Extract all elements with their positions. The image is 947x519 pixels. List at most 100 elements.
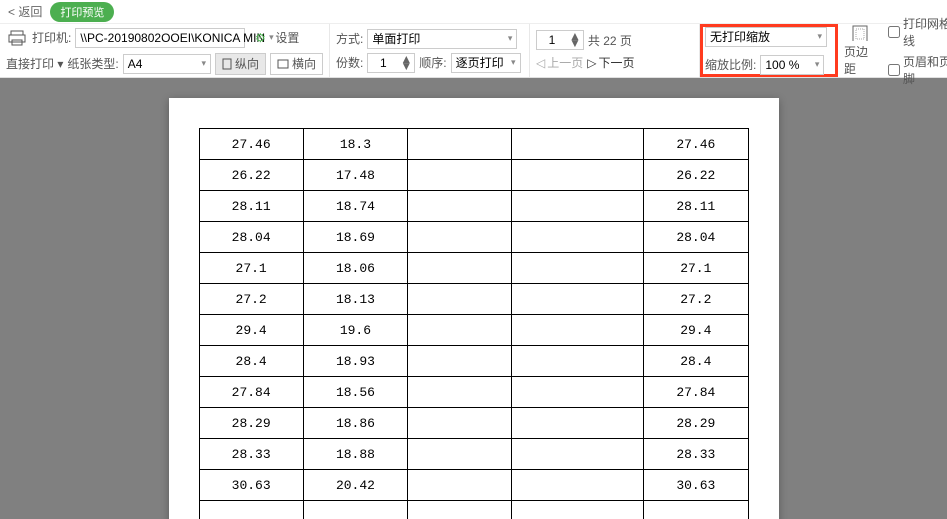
landscape-button[interactable]: 横向	[270, 53, 323, 75]
table-cell: 28.11	[199, 191, 303, 222]
copies-label: 份数:	[336, 54, 363, 71]
page-title: 打印预览	[50, 2, 114, 22]
table-cell: 26.22	[199, 160, 303, 191]
table-row: 26.2217.4826.22	[199, 160, 748, 191]
table-cell	[512, 315, 644, 346]
scale-label: 缩放比例:	[705, 56, 756, 73]
table-cell: 26.22	[644, 160, 748, 191]
table-row	[199, 501, 748, 519]
table-row: 27.4618.327.46	[199, 129, 748, 160]
settings-icon[interactable]: ⚙	[249, 27, 271, 49]
table-cell: 28.29	[199, 408, 303, 439]
table-row: 27.218.1327.2	[199, 284, 748, 315]
order-select[interactable]: 逐页打印▾	[451, 53, 521, 73]
table-cell	[408, 408, 512, 439]
table-cell	[512, 160, 644, 191]
data-table: 27.4618.327.4626.2217.4826.2228.1118.742…	[199, 128, 749, 519]
table-cell	[644, 501, 748, 519]
table-cell	[512, 501, 644, 519]
printer-label: 打印机:	[32, 29, 71, 46]
table-row: 28.3318.8828.33	[199, 439, 748, 470]
table-row: 27.8418.5627.84	[199, 377, 748, 408]
titlebar: < 返回 打印预览	[0, 0, 947, 24]
table-cell: 18.88	[303, 439, 407, 470]
table-cell	[408, 346, 512, 377]
grid-checkbox[interactable]: 打印网格线	[888, 15, 947, 49]
table-cell	[408, 315, 512, 346]
scale-group: 无打印缩放▾ 缩放比例: 100 %▾	[700, 24, 838, 77]
scale-mode-select[interactable]: 无打印缩放▾	[705, 27, 827, 47]
table-cell	[303, 501, 407, 519]
table-cell	[512, 284, 644, 315]
table-row: 28.2918.8628.29	[199, 408, 748, 439]
table-row: 27.118.0627.1	[199, 253, 748, 284]
table-cell: 27.1	[199, 253, 303, 284]
table-cell	[512, 129, 644, 160]
copies-input[interactable]: ▲▼	[367, 53, 415, 73]
table-cell: 18.56	[303, 377, 407, 408]
table-cell: 28.4	[199, 346, 303, 377]
table-cell: 30.63	[644, 470, 748, 501]
table-cell	[512, 439, 644, 470]
paper-label: 纸张类型:	[67, 55, 118, 72]
table-cell	[512, 191, 644, 222]
table-cell: 18.3	[303, 129, 407, 160]
table-cell: 27.84	[644, 377, 748, 408]
table-cell	[199, 501, 303, 519]
table-cell: 29.4	[199, 315, 303, 346]
table-cell	[512, 470, 644, 501]
table-cell: 17.48	[303, 160, 407, 191]
table-cell: 28.33	[644, 439, 748, 470]
page-total: 共 22 页	[588, 32, 632, 49]
mode-select[interactable]: 单面打印▾	[367, 29, 517, 49]
table-cell: 30.63	[199, 470, 303, 501]
table-cell: 27.2	[199, 284, 303, 315]
table-cell	[512, 346, 644, 377]
table-cell	[512, 408, 644, 439]
table-cell: 28.29	[644, 408, 748, 439]
order-label: 顺序:	[419, 54, 446, 71]
back-link[interactable]: < 返回	[8, 3, 42, 20]
table-cell: 18.06	[303, 253, 407, 284]
table-cell: 18.93	[303, 346, 407, 377]
table-cell: 28.33	[199, 439, 303, 470]
table-cell: 27.46	[199, 129, 303, 160]
table-cell: 27.84	[199, 377, 303, 408]
table-cell	[408, 222, 512, 253]
preview-area: 27.4618.327.4626.2217.4826.2228.1118.742…	[0, 78, 947, 519]
next-page[interactable]: ▷下一页	[587, 54, 634, 71]
table-cell: 19.6	[303, 315, 407, 346]
header-footer-checkbox[interactable]: 页眉和页脚	[888, 53, 947, 87]
margins-button[interactable]: 页边距	[838, 24, 882, 77]
direct-print[interactable]: 直接打印 ▾	[6, 55, 63, 72]
table-cell: 27.2	[644, 284, 748, 315]
table-row: 28.1118.7428.11	[199, 191, 748, 222]
table-cell	[408, 377, 512, 408]
table-cell	[408, 439, 512, 470]
printer-icon[interactable]	[6, 27, 28, 49]
table-cell: 28.11	[644, 191, 748, 222]
table-cell	[512, 222, 644, 253]
paper-select[interactable]: A4▾	[123, 54, 211, 74]
table-cell: 29.4	[644, 315, 748, 346]
table-cell: 18.86	[303, 408, 407, 439]
table-row: 30.6320.4230.63	[199, 470, 748, 501]
printer-select[interactable]: \\PC-20190802OOEI\KONICA MIN▾	[75, 28, 245, 48]
settings-label[interactable]: 设置	[275, 29, 299, 46]
toolbar: 打印机: \\PC-20190802OOEI\KONICA MIN▾ ⚙ 设置 …	[0, 24, 947, 78]
prev-page: ◁上一页	[536, 54, 583, 71]
page-preview: 27.4618.327.4626.2217.4826.2228.1118.742…	[169, 98, 779, 519]
table-cell	[408, 160, 512, 191]
table-cell: 18.13	[303, 284, 407, 315]
portrait-button[interactable]: 纵向	[215, 53, 266, 75]
table-cell: 28.04	[199, 222, 303, 253]
table-cell	[408, 191, 512, 222]
table-row: 28.0418.6928.04	[199, 222, 748, 253]
table-cell	[408, 284, 512, 315]
table-cell	[512, 377, 644, 408]
page-input[interactable]: ▲▼	[536, 30, 584, 50]
table-cell	[512, 253, 644, 284]
table-cell	[408, 470, 512, 501]
scale-value-select[interactable]: 100 %▾	[760, 55, 824, 75]
table-cell: 20.42	[303, 470, 407, 501]
